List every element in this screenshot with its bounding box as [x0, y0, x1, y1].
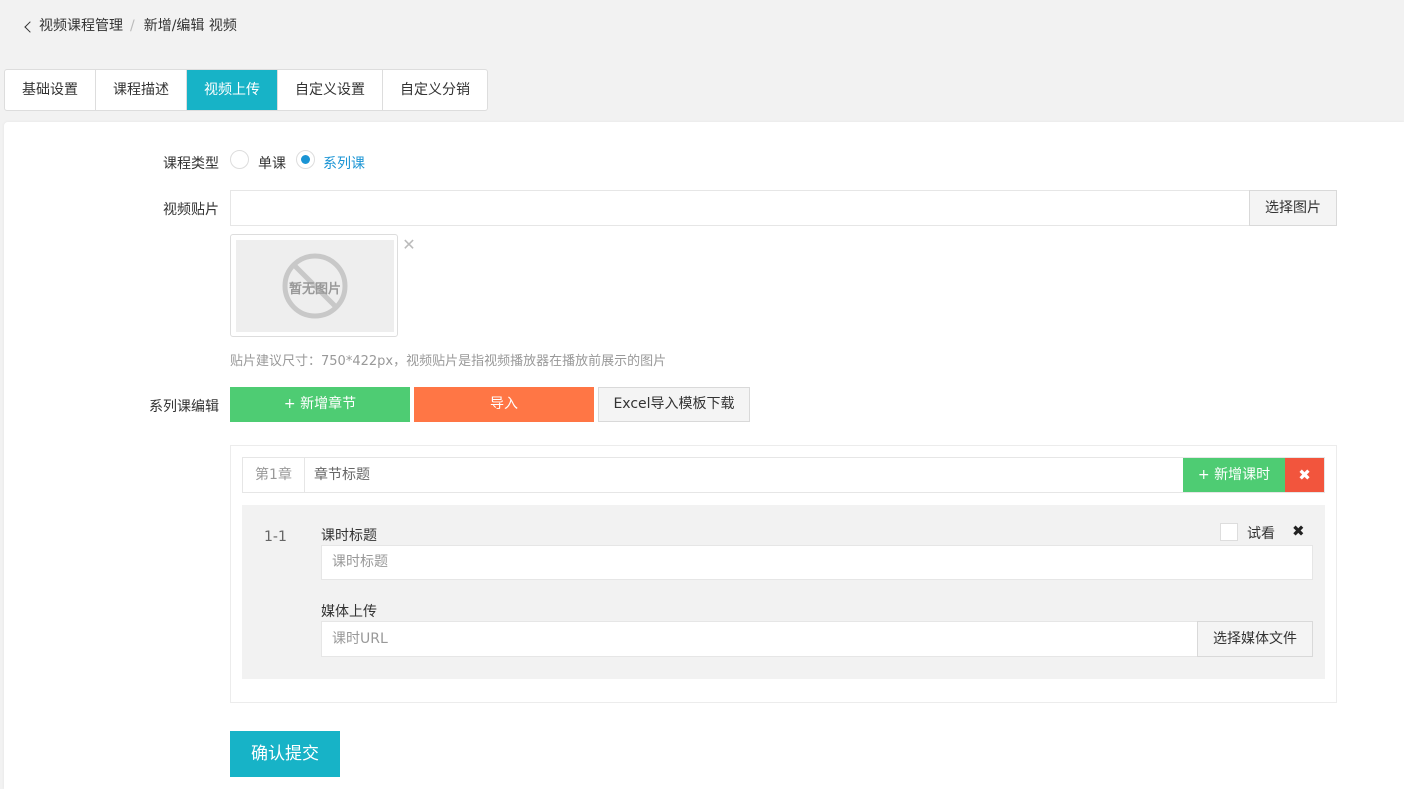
excel-template-download-button[interactable]: Excel导入模板下载	[598, 387, 750, 422]
chapter-title-input[interactable]: 章节标题	[314, 458, 370, 492]
submit-button[interactable]: 确认提交	[230, 731, 340, 777]
breadcrumb: 视频课程管理 / 新增/编辑 视频	[24, 16, 237, 36]
series-edit-label: 系列课编辑	[149, 399, 219, 415]
tab-bar: 基础设置 课程描述 视频上传 自定义设置 自定义分销	[4, 69, 488, 111]
breadcrumb-separator: /	[130, 18, 135, 34]
radio-single-course[interactable]	[230, 150, 249, 169]
remove-image-icon[interactable]: ✕	[401, 237, 417, 253]
radio-series-course[interactable]	[296, 150, 315, 169]
lesson-url-input[interactable]: 课时URL	[321, 621, 1199, 657]
no-image-placeholder: 暂无图片	[236, 240, 394, 332]
tab-course-description[interactable]: 课程描述	[96, 70, 187, 110]
select-image-button[interactable]: 选择图片	[1249, 190, 1337, 226]
lesson-title-input[interactable]: 课时标题	[321, 545, 1313, 580]
chapter-number: 第1章	[243, 458, 305, 492]
delete-chapter-button[interactable]: ✖	[1285, 458, 1324, 492]
add-chapter-button[interactable]: + 新增章节	[230, 387, 410, 422]
course-type-label: 课程类型	[163, 156, 219, 172]
tab-basic-settings[interactable]: 基础设置	[5, 70, 96, 110]
breadcrumb-current: 新增/编辑 视频	[143, 18, 237, 34]
poster-thumbnail: 暂无图片	[230, 234, 398, 337]
import-button[interactable]: 导入	[414, 387, 594, 422]
select-media-file-button[interactable]: 选择媒体文件	[1197, 621, 1313, 657]
radio-single-course-label[interactable]: 单课	[258, 153, 286, 173]
chapter-row: 第1章 章节标题	[242, 457, 1325, 493]
tab-custom-settings[interactable]: 自定义设置	[278, 70, 383, 110]
poster-hint: 贴片建议尺寸：750*422px，视频贴片是指视频播放器在播放前展示的图片	[230, 354, 667, 369]
add-lesson-button[interactable]: + 新增课时	[1183, 458, 1285, 492]
trial-checkbox[interactable]	[1220, 523, 1238, 541]
lesson-index: 1-1	[264, 529, 287, 545]
tab-video-upload[interactable]: 视频上传	[187, 70, 278, 110]
breadcrumb-parent-link[interactable]: 视频课程管理	[39, 16, 123, 36]
poster-label: 视频贴片	[163, 202, 219, 218]
tab-custom-distribution[interactable]: 自定义分销	[383, 70, 487, 110]
close-icon: ✖	[1298, 466, 1311, 484]
poster-input[interactable]	[230, 190, 1250, 226]
media-upload-label: 媒体上传	[321, 604, 377, 620]
lesson-title-label: 课时标题	[321, 528, 377, 544]
delete-lesson-icon[interactable]: ✖	[1292, 522, 1305, 540]
radio-series-course-label[interactable]: 系列课	[323, 153, 365, 173]
no-image-text: 暂无图片	[288, 282, 341, 297]
trial-label[interactable]: 试看	[1247, 523, 1275, 543]
chevron-left-icon[interactable]	[24, 20, 36, 33]
